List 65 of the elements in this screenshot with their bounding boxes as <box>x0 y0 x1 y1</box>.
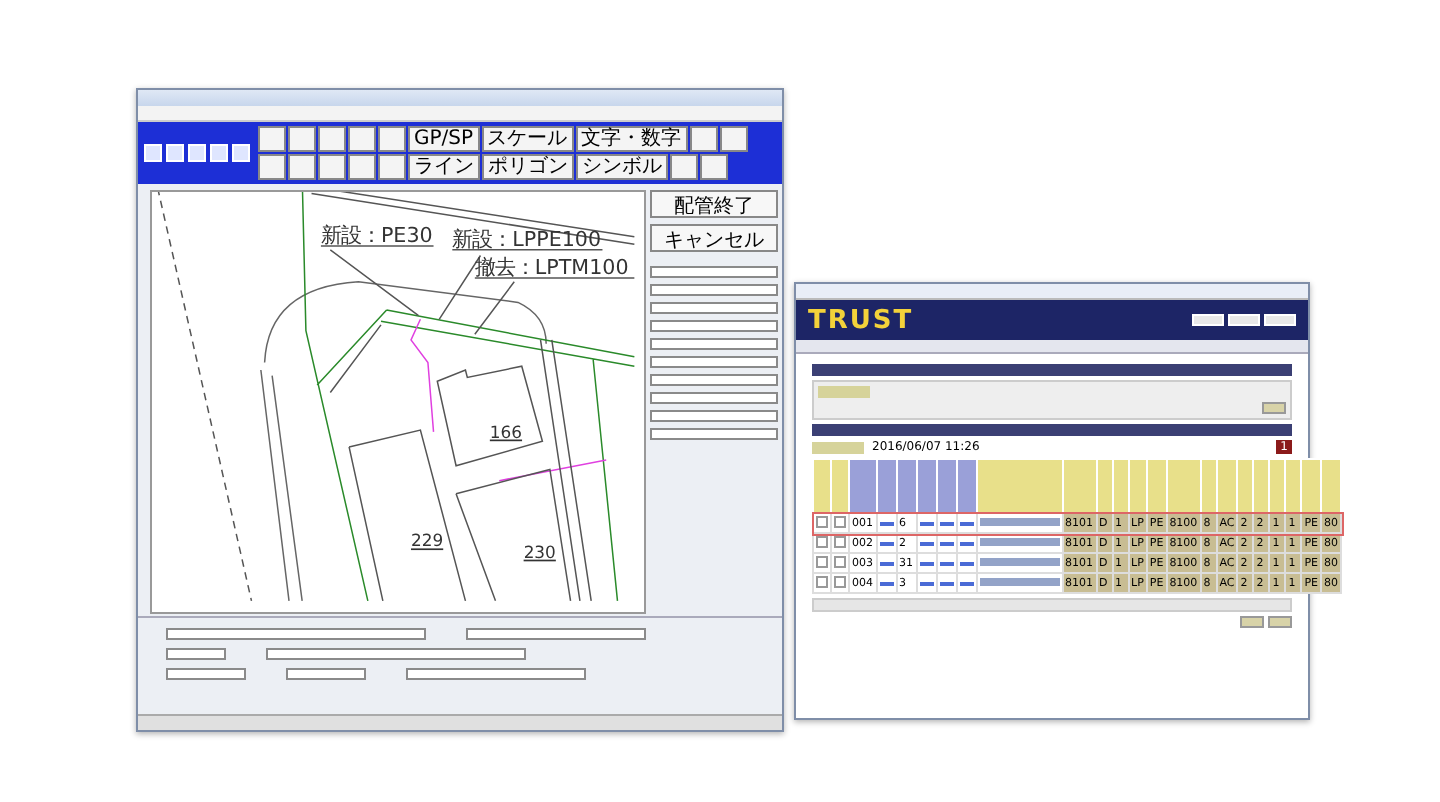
input-field[interactable] <box>650 266 778 278</box>
checkbox[interactable] <box>816 555 828 567</box>
checkbox[interactable] <box>834 515 846 527</box>
column-header <box>1321 459 1341 513</box>
link-bar-icon[interactable] <box>879 541 893 545</box>
link-bar-icon[interactable] <box>919 541 933 545</box>
show-button[interactable] <box>1262 402 1286 414</box>
field-label <box>818 386 870 398</box>
link-bar-icon[interactable] <box>939 561 953 565</box>
pipe-label: 撤去：LPTM100 <box>474 256 629 281</box>
input-field[interactable] <box>650 410 778 422</box>
lot-number: 230 <box>523 541 556 562</box>
lot-number: 229 <box>411 530 444 551</box>
field-label <box>812 441 864 453</box>
horizontal-scrollbar[interactable] <box>812 598 1292 612</box>
checkbox[interactable] <box>834 575 846 587</box>
toolbar-button[interactable]: GP/SP <box>408 126 480 152</box>
toolbar-button[interactable]: ライン <box>408 154 480 180</box>
input-field[interactable] <box>650 338 778 350</box>
site-logo: TRUST <box>808 305 914 335</box>
link-bar-icon[interactable] <box>959 561 973 565</box>
input-field[interactable] <box>650 284 778 296</box>
link-bar-icon[interactable] <box>959 521 973 525</box>
link-bar-icon[interactable] <box>939 521 953 525</box>
link-bar-icon[interactable] <box>879 521 893 525</box>
panel-button[interactable]: キャンセル <box>650 224 778 252</box>
input-field[interactable] <box>650 320 778 332</box>
input-field[interactable] <box>286 668 366 680</box>
footer-button[interactable] <box>1240 616 1264 628</box>
column-header <box>896 459 916 513</box>
link-bar-icon[interactable] <box>879 561 893 565</box>
input-field[interactable] <box>650 302 778 314</box>
link-bar-icon[interactable] <box>959 581 973 585</box>
toolbar-button[interactable] <box>719 126 748 152</box>
toolbar-button[interactable]: シンボル <box>576 154 668 180</box>
link-bar-icon[interactable] <box>939 541 953 545</box>
link-bar-icon[interactable] <box>919 581 933 585</box>
input-field[interactable] <box>650 428 778 440</box>
toolbar-button[interactable] <box>689 126 718 152</box>
link-bar-icon[interactable] <box>959 541 973 545</box>
pipe-label: 新設：LPPE100 <box>452 228 602 253</box>
toolbar-button[interactable]: 文字・数字 <box>575 126 688 152</box>
link-bar-icon[interactable] <box>919 521 933 525</box>
link-bar-icon[interactable] <box>919 561 933 565</box>
panel-button[interactable]: 配管終了 <box>650 190 778 218</box>
input-field[interactable] <box>466 628 646 640</box>
lot-number: 166 <box>489 421 523 442</box>
toolbar-button[interactable]: ポリゴン <box>482 154 574 180</box>
input-field[interactable] <box>166 668 246 680</box>
input-field[interactable] <box>650 392 778 404</box>
toolbar-button[interactable]: スケール <box>481 126 574 152</box>
input-field[interactable] <box>166 648 226 660</box>
input-field[interactable] <box>650 356 778 368</box>
input-field[interactable] <box>650 374 778 386</box>
input-field[interactable] <box>406 668 586 680</box>
input-field[interactable] <box>166 628 426 640</box>
checkbox[interactable] <box>816 575 828 587</box>
link-bar-icon[interactable] <box>879 581 893 585</box>
input-field[interactable] <box>266 648 526 660</box>
link-bar-icon[interactable] <box>939 581 953 585</box>
checkbox[interactable] <box>834 555 846 567</box>
checkbox[interactable] <box>816 515 828 527</box>
column-header <box>1216 459 1238 513</box>
footer-button[interactable] <box>1268 616 1292 628</box>
pipe-label: 新設：PE30 <box>320 224 433 249</box>
